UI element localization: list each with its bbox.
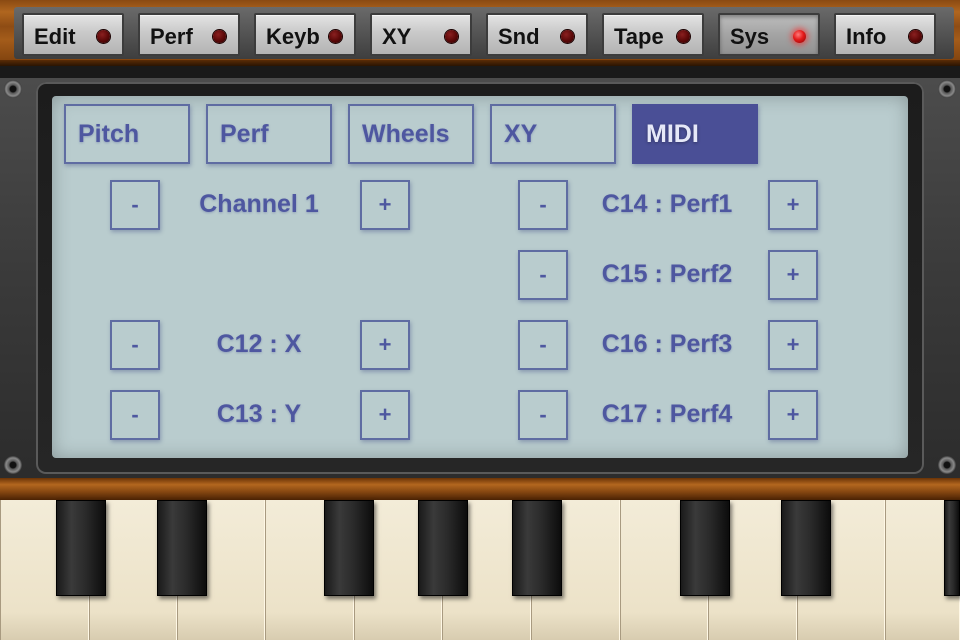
bottom-wood-rail xyxy=(0,478,960,500)
menu-tape-button[interactable]: Tape xyxy=(602,13,704,56)
menu-snd-button[interactable]: Snd xyxy=(486,13,588,56)
plus-icon: + xyxy=(378,332,392,357)
menu-perf-button[interactable]: Perf xyxy=(138,13,240,56)
tab-perf-label: Perf xyxy=(220,120,269,148)
black-key[interactable] xyxy=(157,500,207,596)
lcd-screen: Pitch Perf Wheels XY MIDI - Channel 1 + … xyxy=(52,96,908,458)
led-indicator-icon xyxy=(213,30,226,43)
plus-icon: + xyxy=(378,192,392,217)
cc-y-plus-button[interactable]: + xyxy=(360,390,410,440)
screw-icon xyxy=(4,456,22,474)
channel-plus-button[interactable]: + xyxy=(360,180,410,230)
menu-info-button[interactable]: Info xyxy=(834,13,936,56)
tab-pitch[interactable]: Pitch xyxy=(64,104,190,164)
menu-sys-button[interactable]: Sys xyxy=(718,13,820,56)
led-indicator-icon xyxy=(909,30,922,43)
midi-channel-value: Channel 1 xyxy=(199,190,319,218)
led-indicator-icon xyxy=(561,30,574,43)
menu-tape-label: Tape xyxy=(614,24,664,49)
menu-keyb-label: Keyb xyxy=(266,24,320,49)
black-key[interactable] xyxy=(418,500,468,596)
menu-xy-button[interactable]: XY xyxy=(370,13,472,56)
cc-perf3-value: C16 : Perf3 xyxy=(601,330,733,358)
plus-icon: + xyxy=(786,192,800,217)
black-key[interactable] xyxy=(56,500,106,596)
tab-xy-label: XY xyxy=(504,120,538,148)
tab-xy[interactable]: XY xyxy=(490,104,616,164)
black-key[interactable] xyxy=(680,500,730,596)
led-indicator-icon xyxy=(793,30,806,43)
screw-icon xyxy=(938,456,956,474)
cc-perf3-plus-button[interactable]: + xyxy=(768,320,818,370)
cc-perf1-value: C14 : Perf1 xyxy=(601,190,733,218)
plus-icon: + xyxy=(786,332,800,357)
black-key[interactable] xyxy=(512,500,562,596)
screw-icon xyxy=(4,80,22,98)
cc-y-value: C13 : Y xyxy=(216,400,302,428)
piano-keyboard xyxy=(0,500,960,640)
cc-perf1-plus-button[interactable]: + xyxy=(768,180,818,230)
plus-icon: + xyxy=(378,402,392,427)
tab-wheels[interactable]: Wheels xyxy=(348,104,474,164)
cc-perf2-value: C15 : Perf2 xyxy=(601,260,733,288)
tab-pitch-label: Pitch xyxy=(78,120,140,148)
cc-x-plus-button[interactable]: + xyxy=(360,320,410,370)
menu-xy-label: XY xyxy=(382,24,412,49)
led-indicator-icon xyxy=(97,30,110,43)
tab-midi-label: MIDI xyxy=(646,120,699,148)
cc-perf4-value: C17 : Perf4 xyxy=(601,400,733,428)
cc-perf2-plus-button[interactable]: + xyxy=(768,250,818,300)
menu-info-label: Info xyxy=(846,24,887,49)
black-key[interactable] xyxy=(944,500,960,596)
menu-perf-label: Perf xyxy=(150,24,193,49)
cc-x-value: C12 : X xyxy=(216,330,302,358)
led-indicator-icon xyxy=(329,30,342,43)
main-menu: Edit Perf Keyb XY Snd Tape Sys Info xyxy=(14,7,954,59)
screw-icon xyxy=(938,80,956,98)
menu-edit-label: Edit xyxy=(34,24,76,49)
menu-keyb-button[interactable]: Keyb xyxy=(254,13,356,56)
led-indicator-icon xyxy=(677,30,690,43)
tab-wheels-label: Wheels xyxy=(362,120,450,148)
menu-sys-label: Sys xyxy=(730,24,770,49)
plus-icon: + xyxy=(786,402,800,427)
tab-midi[interactable]: MIDI xyxy=(632,104,758,164)
black-key[interactable] xyxy=(781,500,831,596)
black-key[interactable] xyxy=(324,500,374,596)
plus-icon: + xyxy=(786,262,800,287)
tab-perf[interactable]: Perf xyxy=(206,104,332,164)
cc-perf4-plus-button[interactable]: + xyxy=(768,390,818,440)
menu-edit-button[interactable]: Edit xyxy=(22,13,124,56)
menu-snd-label: Snd xyxy=(498,24,540,49)
led-indicator-icon xyxy=(445,30,458,43)
